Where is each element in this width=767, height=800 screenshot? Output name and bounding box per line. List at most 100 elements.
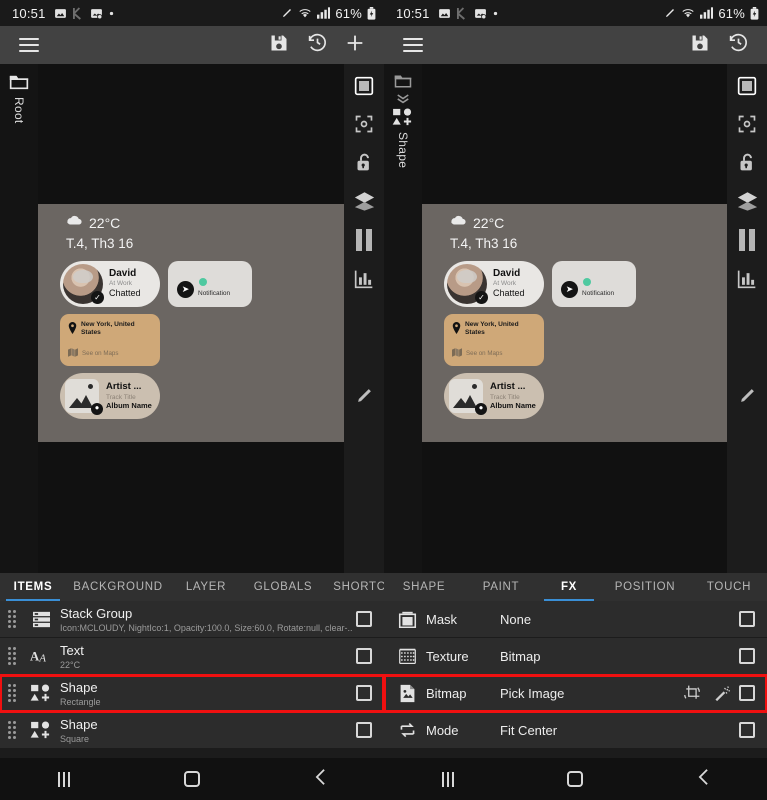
back-button-right[interactable]: [673, 758, 733, 800]
unlock-icon[interactable]: [355, 152, 374, 173]
save-button-right[interactable]: [681, 26, 719, 64]
tab-layer[interactable]: LAYER: [170, 573, 242, 601]
weather-row: 22°C: [38, 204, 344, 232]
notification-card[interactable]: ➤ Notification: [552, 261, 636, 307]
folder-icon: [393, 74, 413, 89]
recents-button-right[interactable]: [418, 758, 478, 800]
layers-icon[interactable]: [737, 191, 758, 211]
fx-checkbox[interactable]: [739, 685, 755, 701]
layers-icon[interactable]: [354, 191, 375, 211]
fx-row-bitmap[interactable]: Bitmap Pick Image: [384, 674, 767, 713]
edit-fab-left[interactable]: [350, 384, 378, 412]
tab-shape[interactable]: SHAPE: [384, 573, 464, 601]
table-row[interactable]: Shape Square: [0, 712, 384, 749]
layer-tree-rail-right[interactable]: Shape: [384, 64, 422, 573]
card-row-3: ⏺ Artist ... Track Title Album Name: [60, 373, 344, 419]
notification-label: Notification: [198, 290, 231, 297]
fx-value[interactable]: None: [488, 612, 739, 627]
location-card[interactable]: New York, United States See on Maps: [444, 314, 544, 366]
back-icon: [697, 768, 710, 791]
pin-icon: [452, 321, 461, 339]
fx-row-mask[interactable]: Mask None: [384, 601, 767, 638]
drag-handle-icon[interactable]: [8, 721, 22, 739]
tab-background[interactable]: BACKGROUND: [66, 573, 170, 601]
tab-touch[interactable]: TOUCH: [690, 573, 767, 601]
menu-button-left[interactable]: [10, 26, 48, 64]
history-icon: [307, 32, 328, 58]
fx-value[interactable]: Fit Center: [488, 723, 739, 738]
table-row-shape-rectangle[interactable]: Shape Rectangle: [0, 674, 384, 713]
table-row[interactable]: AA Text 22°C: [0, 638, 384, 675]
notification-card[interactable]: ➤ Notification: [168, 261, 252, 307]
row-checkbox[interactable]: [356, 611, 372, 627]
fx-value[interactable]: Pick Image: [488, 686, 679, 701]
tab-position[interactable]: POSITION: [600, 573, 690, 601]
tab-globals[interactable]: GLOBALS: [242, 573, 324, 601]
fx-checkbox[interactable]: [739, 611, 755, 627]
drag-handle-icon[interactable]: [8, 684, 22, 702]
fx-row-mode[interactable]: Mode Fit Center: [384, 712, 767, 749]
tool-rail-right: [727, 64, 767, 573]
magic-wand-icon[interactable]: [709, 684, 735, 702]
focus-icon[interactable]: [354, 114, 374, 134]
music-card[interactable]: ⏺ Artist ... Track Title Album Name: [60, 373, 160, 419]
layer-tree-rail-left[interactable]: Root: [0, 64, 38, 573]
notification-label: Notification: [582, 290, 615, 297]
drag-handle-icon[interactable]: [8, 610, 22, 628]
dot-icon: [493, 11, 498, 16]
row-checkbox[interactable]: [356, 722, 372, 738]
tab-items[interactable]: ITEMS: [0, 573, 66, 601]
widget-cards: ✓ David At Work Chatted ➤ Notification N…: [422, 251, 727, 419]
pause-icon[interactable]: [355, 229, 373, 251]
tab-shortcuts[interactable]: SHORTCU: [324, 573, 384, 601]
history-button-left[interactable]: [298, 26, 336, 64]
svg-text:A: A: [38, 652, 46, 664]
fx-row-texture[interactable]: Texture Bitmap: [384, 638, 767, 675]
history-button-right[interactable]: [719, 26, 757, 64]
table-row[interactable]: Stack Group Icon:MCLOUDY, NightIco:1, Op…: [0, 601, 384, 638]
menu-button-right[interactable]: [394, 26, 432, 64]
status-bar-right: 10:51 61%: [384, 0, 767, 26]
row-checkbox[interactable]: [356, 648, 372, 664]
add-button-left[interactable]: [336, 26, 374, 64]
widget-preview-right[interactable]: 22°C T.4, Th3 16 ✓ David At Work Chatted…: [422, 204, 727, 442]
home-icon: [184, 771, 200, 787]
tab-paint[interactable]: PAINT: [464, 573, 538, 601]
square-icon[interactable]: [737, 76, 757, 96]
edit-fab-right[interactable]: [733, 384, 761, 412]
widget-preview-left[interactable]: 22°C T.4, Th3 16 ✓ David At Work Chatted…: [38, 204, 344, 442]
person-card[interactable]: ✓ David At Work Chatted: [60, 261, 160, 307]
tab-fx[interactable]: FX: [538, 573, 600, 601]
add-icon: [344, 32, 366, 59]
mask-icon: [394, 610, 420, 629]
location-card[interactable]: New York, United States See on Maps: [60, 314, 160, 366]
focus-icon[interactable]: [737, 114, 757, 134]
drag-handle-icon[interactable]: [8, 647, 22, 665]
chart-icon[interactable]: [737, 269, 757, 289]
home-button-left[interactable]: [162, 758, 222, 800]
recents-button-left[interactable]: [34, 758, 94, 800]
row-checkbox[interactable]: [356, 685, 372, 701]
music-card[interactable]: ⏺ Artist ... Track Title Album Name: [444, 373, 544, 419]
fx-checkbox[interactable]: [739, 648, 755, 664]
home-button-right[interactable]: [545, 758, 605, 800]
widget-canvas-left[interactable]: 22°C T.4, Th3 16 ✓ David At Work Chatted…: [38, 64, 344, 573]
person-card[interactable]: ✓ David At Work Chatted: [444, 261, 544, 307]
card-row-2: New York, United States See on Maps: [60, 314, 344, 366]
back-button-left[interactable]: [290, 758, 350, 800]
pencil-icon: [664, 7, 676, 19]
widget-canvas-right[interactable]: 22°C T.4, Th3 16 ✓ David At Work Chatted…: [422, 64, 727, 573]
location-title: New York, United States: [81, 321, 135, 337]
chart-icon[interactable]: [354, 269, 374, 289]
location-footer: See on Maps: [68, 348, 118, 359]
crop-rotate-icon[interactable]: [679, 684, 705, 702]
row-title: Text: [60, 643, 84, 658]
unlock-icon[interactable]: [738, 152, 757, 173]
fx-value[interactable]: Bitmap: [488, 649, 739, 664]
save-button-left[interactable]: [260, 26, 298, 64]
weather-temperature: 22°C: [473, 215, 505, 231]
pause-icon[interactable]: [738, 229, 756, 251]
fx-checkbox[interactable]: [739, 722, 755, 738]
square-icon[interactable]: [354, 76, 374, 96]
left-screenshot: 10:51 61% Root 22°C T.4, Th3 16 ✓ David …: [0, 0, 384, 800]
